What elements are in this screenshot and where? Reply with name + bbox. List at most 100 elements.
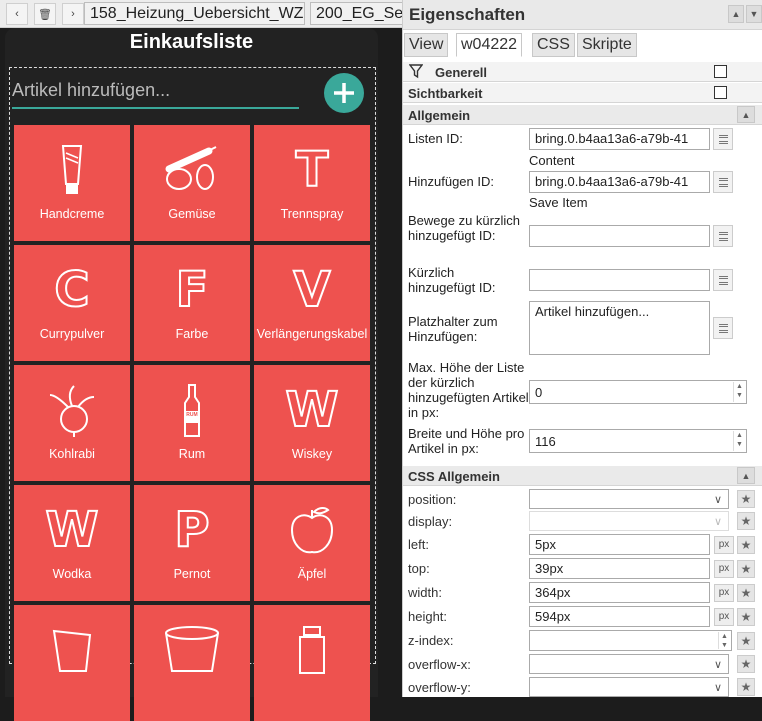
max-hoehe-input[interactable]: 0 ▲ ▼ xyxy=(529,380,747,404)
object-picker-icon[interactable] xyxy=(713,225,733,247)
letter-icon: W xyxy=(285,382,340,438)
item-label: Handcreme xyxy=(39,207,105,221)
list-item[interactable]: P Pernot xyxy=(134,485,250,601)
tab-widget-id[interactable]: w04222 xyxy=(456,33,523,57)
item-label: Wodka xyxy=(52,567,92,581)
chevron-right-icon[interactable]: › xyxy=(62,3,84,25)
chevron-down-icon: ∨ xyxy=(713,682,722,694)
css-overflow-y-select[interactable]: ∨ xyxy=(529,677,729,697)
add-item-input[interactable]: Artikel hinzufügen... xyxy=(12,80,299,109)
widget-title: Einkaufsliste xyxy=(129,31,254,53)
css-top-input[interactable]: 39px xyxy=(529,558,710,579)
panel-header: Eigenschaften ▲ ▼ xyxy=(403,0,762,30)
cup-icon xyxy=(14,619,130,681)
letter-icon-wrap: T xyxy=(254,139,370,201)
handcream-icon xyxy=(14,139,130,201)
tab-css[interactable]: CSS xyxy=(532,33,575,57)
star-icon[interactable]: ★ xyxy=(737,560,755,578)
star-icon[interactable]: ★ xyxy=(737,512,755,530)
letter-icon-wrap: P xyxy=(134,499,250,561)
css-zindex-input[interactable]: ▲ ▼ xyxy=(529,630,732,651)
item-label: Gemüse xyxy=(168,207,216,221)
breite-hoehe-value: 116 xyxy=(535,434,556,449)
spinner-icon[interactable]: ▲ ▼ xyxy=(718,632,730,649)
list-item[interactable]: Äpfel xyxy=(254,485,370,601)
trash-icon[interactable]: 🗑 xyxy=(34,3,56,25)
list-item[interactable]: T Trennspray xyxy=(254,125,370,241)
collapse-section-icon[interactable]: ▲ xyxy=(737,467,755,484)
kurzlich-input[interactable] xyxy=(529,269,710,291)
sichtbarkeit-row: Sichtbarkeit xyxy=(403,83,762,103)
breite-hoehe-input[interactable]: 116 ▲ ▼ xyxy=(529,429,747,453)
css-height-unit: px xyxy=(714,608,734,626)
item-label: Pernot xyxy=(173,567,211,581)
css-position-label: position: xyxy=(408,492,457,507)
css-height-input[interactable]: 594px xyxy=(529,606,710,627)
bewege-input[interactable] xyxy=(529,225,710,247)
list-item[interactable]: W Wodka xyxy=(14,485,130,601)
platzhalter-textarea[interactable]: Artikel hinzufügen... xyxy=(529,301,710,355)
chevron-left-icon[interactable]: ‹ xyxy=(6,3,28,25)
list-item[interactable] xyxy=(254,605,370,721)
hinzu-id-input[interactable]: bring.0.b4aa13a6-a79b-41 xyxy=(529,171,710,193)
list-item[interactable] xyxy=(14,605,130,721)
letter-icon-wrap: C xyxy=(14,259,130,321)
letter-icon: C xyxy=(53,262,90,318)
item-label: Rum xyxy=(178,447,206,461)
css-width-input[interactable]: 364px xyxy=(529,582,710,603)
object-picker-icon[interactable] xyxy=(713,317,733,339)
css-width-label: width: xyxy=(408,585,442,600)
css-overflow-x-select[interactable]: ∨ xyxy=(529,654,729,674)
spinner-icon[interactable]: ▲ ▼ xyxy=(733,431,745,451)
spinner-icon[interactable]: ▲ ▼ xyxy=(733,382,745,402)
list-item[interactable]: Gemüse xyxy=(134,125,250,241)
css-display-select[interactable]: ∨ xyxy=(529,511,729,531)
add-item-button[interactable] xyxy=(324,73,364,113)
view-tab-eg[interactable]: 200_EG_Se xyxy=(310,2,402,25)
object-picker-icon[interactable] xyxy=(713,128,733,150)
list-item[interactable] xyxy=(134,605,250,721)
list-item[interactable]: RUM Rum xyxy=(134,365,250,481)
filter-icon[interactable] xyxy=(409,64,423,79)
list-item[interactable]: C Currypulver xyxy=(14,245,130,361)
list-item[interactable]: V Verlängerungskabel xyxy=(254,245,370,361)
sichtbarkeit-checkbox[interactable] xyxy=(714,86,727,99)
list-item[interactable]: Handcreme xyxy=(14,125,130,241)
listen-id-input[interactable]: bring.0.b4aa13a6-a79b-41 xyxy=(529,128,710,150)
css-left-input[interactable]: 5px xyxy=(529,534,710,555)
css-overflow-y-label: overflow-y: xyxy=(408,680,471,695)
tab-skripte[interactable]: Skripte xyxy=(577,33,637,57)
generell-label: Generell xyxy=(435,65,488,80)
css-allgemein-label: CSS Allgemein xyxy=(408,469,500,484)
expand-icon[interactable]: ▼ xyxy=(746,5,762,23)
object-picker-icon[interactable] xyxy=(713,269,733,291)
css-top-unit: px xyxy=(714,560,734,578)
tab-view[interactable]: View xyxy=(404,33,449,57)
star-icon[interactable]: ★ xyxy=(737,608,755,626)
css-allgemein-section-header[interactable]: CSS Allgemein ▲ xyxy=(403,466,762,486)
star-icon[interactable]: ★ xyxy=(737,584,755,602)
letter-icon-wrap: W xyxy=(254,379,370,441)
collapse-section-icon[interactable]: ▲ xyxy=(737,106,755,123)
star-icon[interactable]: ★ xyxy=(737,678,755,696)
star-icon[interactable]: ★ xyxy=(737,536,755,554)
breite-hoehe-label: Breite und Höhe pro Artikel in px: xyxy=(408,426,525,456)
list-item[interactable]: W Wiskey xyxy=(254,365,370,481)
collapse-icon[interactable]: ▲ xyxy=(728,5,744,23)
css-top-label: top: xyxy=(408,561,430,576)
filter-generell-row: Generell xyxy=(403,62,762,82)
bucket-icon xyxy=(134,619,250,681)
view-tab-heizung[interactable]: 158_Heizung_Uebersicht_WZ xyxy=(84,2,305,25)
generell-checkbox[interactable] xyxy=(714,65,727,78)
letter-icon: P xyxy=(173,502,210,558)
chevron-down-icon: ∨ xyxy=(713,659,722,671)
star-icon[interactable]: ★ xyxy=(737,655,755,673)
platzhalter-label: Platzhalter zum Hinzufügen: xyxy=(408,314,498,344)
object-picker-icon[interactable] xyxy=(713,171,733,193)
allgemein-section-header[interactable]: Allgemein ▲ xyxy=(403,105,762,125)
list-item[interactable]: Kohlrabi xyxy=(14,365,130,481)
list-item[interactable]: F Farbe xyxy=(134,245,250,361)
star-icon[interactable]: ★ xyxy=(737,632,755,650)
star-icon[interactable]: ★ xyxy=(737,490,755,508)
css-position-select[interactable]: ∨ xyxy=(529,489,729,509)
